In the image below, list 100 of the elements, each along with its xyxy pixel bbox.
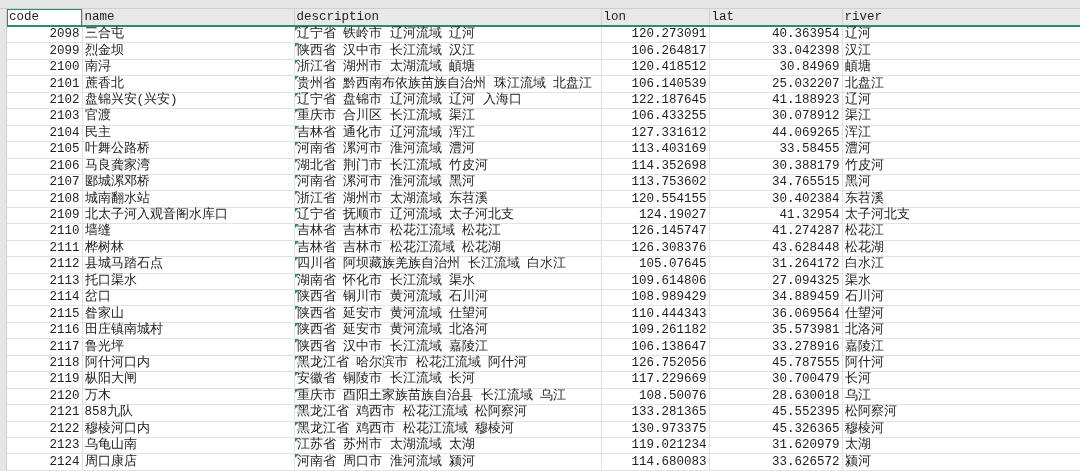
table-cell: 127.331612 bbox=[601, 125, 709, 142]
table-cell: 2115 bbox=[7, 305, 82, 323]
table-cell: 2104 bbox=[7, 125, 82, 142]
table-cell: 陕西省 延安市 黄河流域 北洛河 bbox=[294, 322, 601, 339]
table-cell: 45.326365 bbox=[709, 421, 842, 438]
table-cell: 114.352698 bbox=[601, 158, 709, 175]
table-cell: 33.042398 bbox=[709, 42, 842, 60]
table-cell: 松花江 bbox=[842, 223, 1080, 241]
text-flag-icon bbox=[294, 59, 299, 64]
table-cell: 110.444343 bbox=[601, 305, 709, 323]
table-cell: 2113 bbox=[7, 273, 82, 290]
table-cell: 湖北省 荆门市 长江流域 竹皮河 bbox=[294, 158, 601, 175]
table-cell: 阿什河口内 bbox=[82, 355, 294, 372]
table-cell: 枞阳大闸 bbox=[82, 371, 294, 389]
table-cell: 2101 bbox=[7, 75, 82, 93]
column-header[interactable]: lon bbox=[601, 9, 709, 26]
table-cell: 河南省 周口市 淮河流域 颍河 bbox=[294, 453, 601, 471]
text-flag-icon bbox=[294, 43, 299, 48]
table-cell: 吉林省 吉林市 松花江流域 松花江 bbox=[294, 223, 601, 241]
table-cell: 2109 bbox=[7, 207, 82, 224]
table-cell: 2108 bbox=[7, 190, 82, 208]
table-cell: 颍河 bbox=[842, 453, 1080, 471]
column-header[interactable]: description bbox=[294, 9, 601, 26]
table-cell: 江苏省 苏州市 太湖流域 太湖 bbox=[294, 437, 601, 454]
table-cell: 2100 bbox=[7, 59, 82, 76]
table-cell: 119.021234 bbox=[601, 437, 709, 454]
table-cell: 2116 bbox=[7, 322, 82, 339]
text-flag-icon bbox=[294, 224, 299, 229]
table-cell: 106.138647 bbox=[601, 338, 709, 356]
table-cell: 重庆市 酉阳土家族苗族自治县 长江流域 乌江 bbox=[294, 388, 601, 405]
table-cell: 陕西省 汉中市 长江流域 嘉陵江 bbox=[294, 338, 601, 356]
text-flag-icon bbox=[294, 174, 299, 179]
table-cell: 28.630018 bbox=[709, 388, 842, 405]
table-cell: 马良龚家湾 bbox=[82, 158, 294, 175]
table-cell: 郾城漯邓桥 bbox=[82, 174, 294, 191]
table-cell: 40.363954 bbox=[709, 26, 842, 43]
table-cell: 太湖 bbox=[842, 437, 1080, 454]
table-cell: 31.264172 bbox=[709, 256, 842, 274]
table-cell: 陕西省 汉中市 长江流域 汉江 bbox=[294, 42, 601, 60]
text-flag-icon bbox=[294, 405, 299, 410]
table-cell: 35.573981 bbox=[709, 322, 842, 339]
table-cell: 124.19027 bbox=[601, 207, 709, 224]
table-cell: 30.84969 bbox=[709, 59, 842, 76]
table-cell: 41.274287 bbox=[709, 223, 842, 241]
table-cell: 辽宁省 铁岭市 辽河流域 辽河 bbox=[294, 26, 601, 43]
table-cell: 114.680083 bbox=[601, 453, 709, 471]
table-cell: 2120 bbox=[7, 388, 82, 405]
table-cell: 120.418512 bbox=[601, 59, 709, 76]
table-cell: 黑河 bbox=[842, 174, 1080, 191]
column-header[interactable]: name bbox=[82, 9, 294, 26]
table-cell: 34.889459 bbox=[709, 289, 842, 306]
text-flag-icon bbox=[294, 372, 299, 377]
table-cell: 2106 bbox=[7, 158, 82, 175]
text-flag-icon bbox=[294, 306, 299, 311]
table-cell: 2123 bbox=[7, 437, 82, 454]
text-flag-icon bbox=[294, 76, 299, 81]
text-flag-icon bbox=[294, 290, 299, 294]
table-cell: 河南省 漯河市 淮河流域 澧河 bbox=[294, 141, 601, 158]
table-cell: 126.308376 bbox=[601, 240, 709, 257]
text-flag-icon bbox=[294, 191, 299, 196]
table-cell: 乌江 bbox=[842, 388, 1080, 405]
table-cell: 烈金坝 bbox=[82, 42, 294, 60]
table-cell: 北太子河入观音阁水库口 bbox=[82, 207, 294, 224]
text-flag-icon bbox=[294, 240, 299, 245]
table-cell: 113.753602 bbox=[601, 174, 709, 191]
table-cell: 108.50076 bbox=[601, 388, 709, 405]
table-cell: 太子河北支 bbox=[842, 207, 1080, 224]
table-cell: 辽河 bbox=[842, 26, 1080, 43]
text-flag-icon bbox=[294, 454, 299, 459]
table-cell: 2118 bbox=[7, 355, 82, 372]
table-cell: 41.32954 bbox=[709, 207, 842, 224]
table-cell: 2112 bbox=[7, 256, 82, 274]
table-cell: 嘉陵江 bbox=[842, 338, 1080, 356]
column-header[interactable]: lat bbox=[709, 9, 842, 26]
column-header[interactable]: code bbox=[7, 9, 82, 26]
table-cell: 汉江 bbox=[842, 42, 1080, 60]
table-cell: 穆棱河 bbox=[842, 421, 1080, 438]
table-cell: 长河 bbox=[842, 371, 1080, 389]
table-cell: 33.58455 bbox=[709, 141, 842, 158]
table-cell: 北盘江 bbox=[842, 75, 1080, 93]
table-cell: 万木 bbox=[82, 388, 294, 405]
table-cell: 四川省 阿坝藏族羌族自治州 长江流域 白水江 bbox=[294, 256, 601, 274]
table-cell: 113.403169 bbox=[601, 141, 709, 158]
table-cell: 贵州省 黔西南布依族苗族自治州 珠江流域 北盘江 bbox=[294, 75, 601, 93]
table-cell: 周口康店 bbox=[82, 453, 294, 471]
table-cell: 2114 bbox=[7, 289, 82, 306]
text-flag-icon bbox=[294, 339, 299, 344]
table-cell: 吉林省 通化市 辽河流域 浑江 bbox=[294, 125, 601, 142]
table-cell: 松阿察河 bbox=[842, 404, 1080, 421]
text-flag-icon bbox=[294, 322, 299, 327]
column-header[interactable]: river bbox=[842, 9, 1080, 26]
table-cell: 31.620979 bbox=[709, 437, 842, 454]
table-cell: 三合屯 bbox=[82, 26, 294, 43]
table-cell: 120.554155 bbox=[601, 190, 709, 208]
table-cell: 106.264817 bbox=[601, 42, 709, 60]
text-flag-icon bbox=[294, 421, 299, 426]
table-cell: 117.229669 bbox=[601, 371, 709, 389]
table-cell: 竹皮河 bbox=[842, 158, 1080, 175]
table-cell: 浙江省 湖州市 太湖流域 东苕溪 bbox=[294, 190, 601, 208]
table-cell: 109.261182 bbox=[601, 322, 709, 339]
